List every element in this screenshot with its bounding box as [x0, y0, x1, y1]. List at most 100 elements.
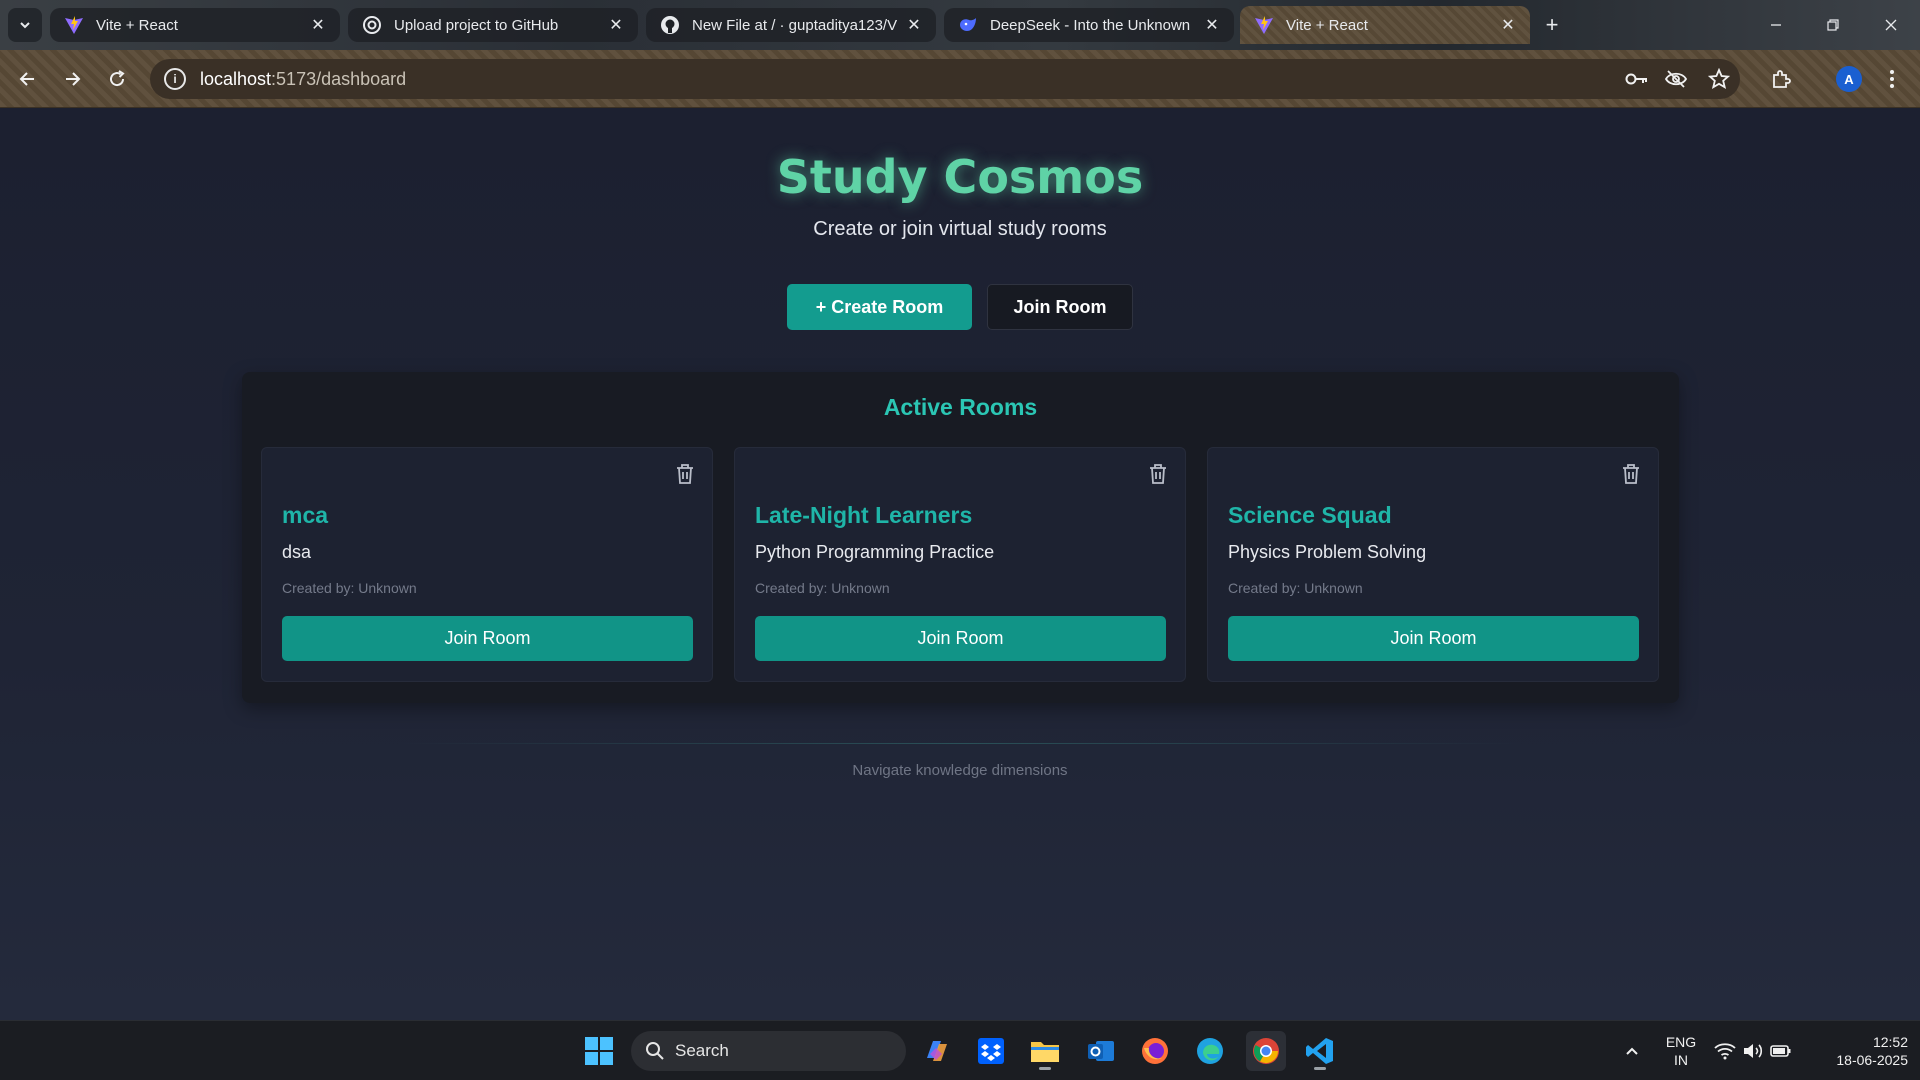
arrow-left-icon	[19, 72, 34, 86]
url-host: localhost	[200, 68, 272, 89]
arrow-right-icon	[66, 72, 81, 86]
create-room-button[interactable]: + Create Room	[787, 284, 972, 330]
file-explorer-app[interactable]	[1025, 1031, 1065, 1071]
address-bar[interactable]: i localhost :5173/dashboard	[150, 59, 1740, 99]
footer-tagline: Navigate knowledge dimensions	[852, 762, 1068, 779]
minimize-button[interactable]	[1754, 8, 1798, 42]
restore-button[interactable]	[1811, 8, 1855, 42]
minimize-icon	[1771, 24, 1781, 26]
tab-upload-project[interactable]: Upload project to GitHub ✕	[348, 8, 638, 42]
firefox-app[interactable]	[1135, 1031, 1175, 1071]
github-icon	[660, 15, 680, 35]
tab-strip: Vite + React ✕ Upload project to GitHub …	[0, 0, 1920, 50]
room-creator: Created by: Unknown	[755, 580, 890, 596]
tab-title: DeepSeek - Into the Unknown	[990, 16, 1191, 34]
vscode-app[interactable]	[1300, 1031, 1340, 1071]
language-code: ENG	[1665, 1034, 1697, 1050]
chevron-up-icon	[1626, 1047, 1638, 1055]
tab-vite-react-1[interactable]: Vite + React ✕	[50, 8, 340, 42]
room-name: Science Squad	[1228, 502, 1392, 528]
new-tab-button[interactable]: +	[1538, 11, 1566, 39]
tray-overflow-button[interactable]	[1612, 1031, 1652, 1071]
profile-avatar[interactable]: A	[1836, 66, 1862, 92]
key-icon[interactable]	[1625, 68, 1649, 90]
close-icon[interactable]: ✕	[606, 15, 626, 35]
restore-icon	[1827, 19, 1839, 31]
room-name: Late-Night Learners	[755, 502, 973, 528]
room-card: Science Squad Physics Problem Solving Cr…	[1207, 447, 1659, 682]
region-code: IN	[1674, 1052, 1688, 1068]
trash-icon[interactable]	[1620, 462, 1642, 486]
start-button[interactable]	[579, 1031, 619, 1071]
trash-icon[interactable]	[1147, 462, 1169, 486]
search-icon	[646, 1042, 664, 1060]
more-vert-icon	[1890, 70, 1894, 88]
tab-search-button[interactable]	[8, 8, 42, 42]
battery-icon	[1770, 1045, 1791, 1057]
taskbar-search[interactable]: Search	[631, 1031, 906, 1071]
close-icon[interactable]: ✕	[308, 15, 328, 35]
room-name: mca	[282, 502, 329, 528]
tab-github-new-file[interactable]: New File at / · guptaditya123/V ✕	[646, 8, 936, 42]
join-room-card-button[interactable]: Join Room	[282, 616, 693, 661]
site-info-icon[interactable]: i	[164, 68, 186, 90]
dashboard-page: Study Cosmos Create or join virtual stud…	[0, 108, 1920, 1020]
volume-icon	[1744, 1044, 1763, 1058]
vite-icon	[1254, 15, 1274, 35]
dropbox-icon	[978, 1038, 1004, 1064]
openai-icon	[362, 15, 382, 35]
chrome-app[interactable]	[1246, 1031, 1286, 1071]
search-label: Search	[675, 1041, 729, 1060]
section-heading: Active Rooms	[883, 394, 1038, 420]
join-room-card-button[interactable]: Join Room	[1228, 616, 1639, 661]
room-description: Physics Problem Solving	[1228, 542, 1427, 562]
tab-title: New File at / · guptaditya123/V	[692, 16, 898, 34]
tab-vite-react-active[interactable]: Vite + React ✕	[1240, 6, 1530, 44]
chrome-icon	[1253, 1038, 1279, 1064]
close-icon[interactable]: ✕	[1202, 15, 1222, 35]
copilot-app[interactable]	[916, 1031, 956, 1071]
close-window-button[interactable]	[1869, 8, 1913, 42]
clock[interactable]: 12:52 18-06-2025	[1808, 1033, 1908, 1069]
language-indicator[interactable]: ENG IN	[1660, 1033, 1702, 1069]
join-room-card-button[interactable]: Join Room	[755, 616, 1166, 661]
url-path: :5173/dashboard	[271, 68, 407, 89]
page-subtitle: Create or join virtual study rooms	[813, 218, 1107, 240]
outlook-app[interactable]	[1081, 1031, 1121, 1071]
eye-off-icon[interactable]	[1664, 68, 1688, 90]
footer-divider	[395, 743, 1525, 744]
clock-date: 18-06-2025	[1836, 1052, 1908, 1068]
edge-icon	[1197, 1038, 1223, 1064]
close-icon[interactable]: ✕	[904, 15, 924, 35]
deepseek-icon	[958, 15, 978, 35]
browser-toolbar: i localhost :5173/dashboard	[0, 50, 1920, 108]
edge-app[interactable]	[1190, 1031, 1230, 1071]
forward-button[interactable]	[56, 63, 88, 95]
room-description: Python Programming Practice	[755, 542, 995, 562]
tab-title: Vite + React	[1286, 16, 1368, 34]
firefox-icon	[1142, 1038, 1168, 1064]
close-icon[interactable]: ✕	[1498, 15, 1518, 35]
menu-button[interactable]	[1876, 63, 1908, 95]
windows-taskbar: Search ENG IN 12:52 18-06-2025	[0, 1020, 1920, 1080]
room-description: dsa	[282, 542, 312, 562]
room-creator: Created by: Unknown	[282, 580, 417, 596]
quick-settings-button[interactable]	[1708, 1031, 1798, 1071]
tab-deepseek[interactable]: DeepSeek - Into the Unknown ✕	[944, 8, 1234, 42]
clock-time: 12:52	[1872, 1034, 1908, 1050]
extensions-button[interactable]	[1765, 63, 1797, 95]
join-room-button[interactable]: Join Room	[987, 284, 1133, 330]
vite-icon	[64, 15, 84, 35]
chevron-down-icon	[20, 22, 30, 29]
active-rooms-panel: Active Rooms mca dsa Created by: Unknown…	[242, 372, 1679, 703]
tab-title: Vite + React	[96, 16, 178, 34]
copilot-icon	[927, 1041, 947, 1061]
trash-icon[interactable]	[674, 462, 696, 486]
puzzle-icon	[1773, 70, 1791, 88]
star-icon[interactable]	[1707, 68, 1731, 90]
dropbox-app[interactable]	[971, 1031, 1011, 1071]
back-button[interactable]	[12, 63, 44, 95]
vscode-icon	[1306, 1038, 1333, 1064]
windows-icon	[585, 1037, 613, 1065]
reload-button[interactable]	[101, 63, 133, 95]
